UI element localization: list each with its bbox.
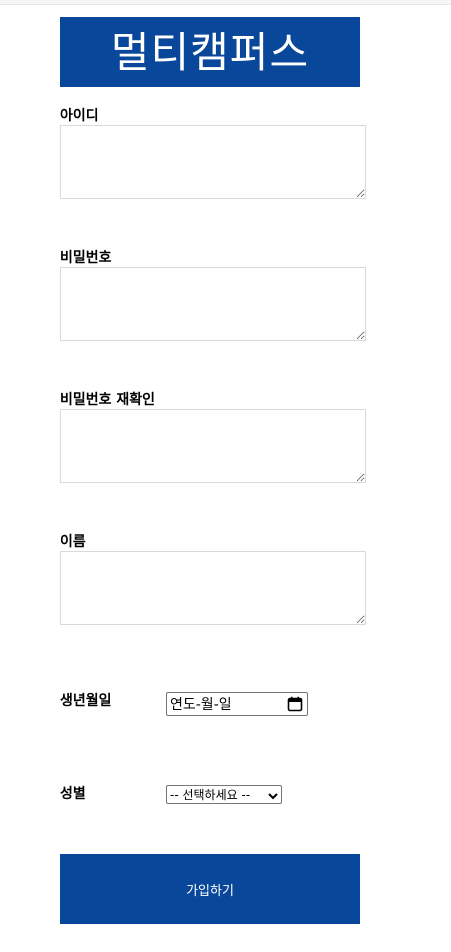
password-label: 비밀번호: [60, 250, 112, 266]
brand-title: 멀티캠퍼스: [110, 27, 310, 77]
calendar-icon[interactable]: [287, 696, 303, 712]
name-label: 이름: [60, 534, 86, 550]
name-field[interactable]: [60, 551, 366, 625]
brand-logo: 멀티캠퍼스: [60, 17, 360, 87]
gender-select[interactable]: -- 선택하세요 --: [166, 785, 282, 804]
gender-label: 성별: [60, 786, 86, 802]
id-label: 아이디: [60, 108, 99, 124]
chevron-down-icon: [268, 790, 278, 800]
id-field[interactable]: [60, 125, 366, 199]
signup-button[interactable]: 가입하기: [60, 854, 360, 924]
password-confirm-label: 비밀번호 재확인: [60, 392, 156, 408]
browser-top-edge: [0, 0, 451, 5]
birthdate-placeholder: 연도-월-일: [170, 697, 232, 713]
password-confirm-field[interactable]: [60, 409, 366, 483]
birthdate-label: 생년월일: [60, 693, 112, 709]
gender-selected-value: -- 선택하세요 --: [170, 788, 251, 802]
birthdate-input[interactable]: 연도-월-일: [166, 692, 308, 716]
password-field[interactable]: [60, 267, 366, 341]
